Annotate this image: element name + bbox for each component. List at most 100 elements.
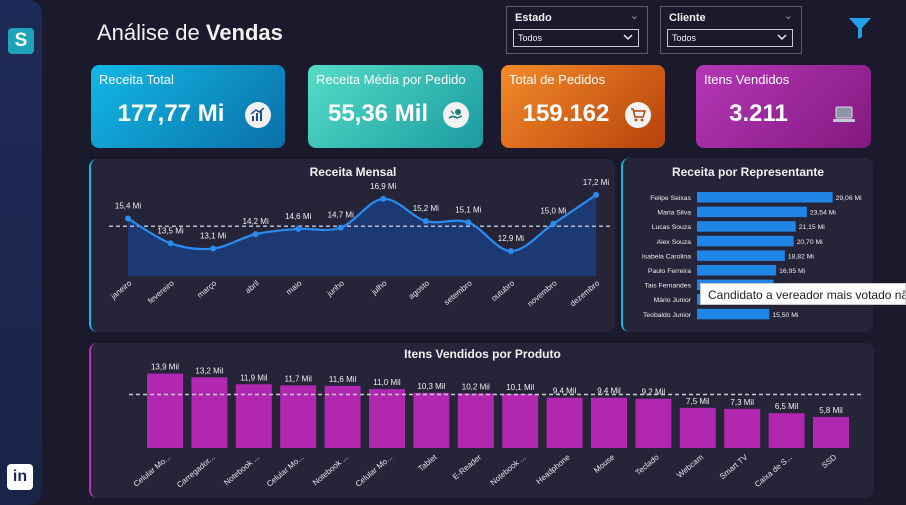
data-label: 5,8 Mil: [819, 406, 843, 415]
y-tick-label: Felipe Seixas: [650, 195, 691, 202]
data-label: 12,9 Mi: [498, 234, 524, 243]
data-point: [337, 224, 344, 231]
data-label: 20,70 Mi: [797, 239, 824, 246]
x-tick-label: E-Reader: [451, 452, 483, 481]
bar: [591, 397, 627, 448]
bar: [697, 206, 807, 218]
data-point: [210, 245, 217, 252]
x-tick-label: dezembro: [568, 278, 601, 308]
bar: [546, 397, 583, 448]
bar: [697, 192, 833, 203]
y-tick-label: Teobaldo Junior: [643, 312, 692, 319]
bar: [457, 393, 494, 448]
chevron-down-icon[interactable]: ⌄: [784, 9, 793, 22]
chevron-down-icon[interactable]: ⌄: [630, 9, 639, 22]
data-label: 7,3 Mil: [730, 398, 754, 407]
estado-slicer-label: Estado: [515, 12, 552, 24]
data-label: 29,06 Mi: [836, 195, 863, 202]
data-point: [507, 248, 514, 255]
bar: [697, 250, 785, 261]
itens-produto-panel: Itens Vendidos por Produto 13,9 Mil Celul…: [89, 343, 874, 498]
x-tick-label: Tablet: [417, 452, 440, 473]
kpi-label: Total de Pedidos: [509, 72, 606, 87]
x-tick-label: novembro: [526, 278, 559, 308]
data-label: 14,6 Mi: [285, 212, 311, 221]
kpi-card-receita-media: Receita Média por Pedido 55,36 Mil: [308, 65, 483, 148]
bar: [147, 373, 183, 448]
x-tick-label: julho: [369, 278, 389, 297]
y-tick-label: Mário Junior: [654, 297, 692, 304]
kpi-label: Receita Total: [99, 72, 174, 87]
x-tick-label: Notebook ...: [489, 453, 528, 488]
estado-dropdown[interactable]: Todos: [513, 29, 639, 47]
bar: [369, 389, 405, 448]
data-label: 15,50 Mi: [772, 312, 799, 319]
y-tick-label: Tais Fernandes: [645, 283, 692, 290]
app-logo-icon[interactable]: S: [8, 28, 34, 54]
x-tick-label: maio: [284, 278, 303, 296]
data-point: [593, 191, 599, 198]
bar: [813, 416, 849, 448]
cliente-slicer-label: Cliente: [669, 12, 706, 24]
x-tick-label: Celular Mo...: [354, 453, 395, 489]
data-label: 15,1 Mi: [455, 205, 481, 214]
page-title-light: Análise de: [97, 20, 206, 45]
cliente-dropdown-value: Todos: [672, 33, 697, 43]
data-label: 13,9 Mil: [151, 363, 179, 372]
x-tick-label: Celular Mo...: [265, 453, 306, 489]
y-tick-label: Paulo Ferreira: [648, 268, 691, 275]
estado-dropdown-value: Todos: [518, 33, 543, 43]
receita-mensal-chart: 15,4 Mi janeiro 13,5 Mi fevereiro 13,1 Mi mar…: [108, 178, 613, 308]
data-point: [380, 195, 387, 202]
data-label: 11,0 Mil: [373, 378, 401, 387]
bar: [502, 393, 539, 448]
x-tick-label: Mouse: [592, 452, 617, 475]
page-title: Análise de Vendas: [97, 20, 283, 46]
data-point: [465, 219, 472, 226]
data-label: 13,1 Mi: [200, 232, 226, 241]
x-tick-label: Caixa de S...: [753, 453, 794, 489]
data-label: 18,82 Mi: [788, 253, 815, 260]
receita-mensal-panel: Receita Mensal 15,4 Mi janeiro 13,5 Mi feve…: [89, 159, 615, 332]
data-label: 10,1 Mil: [506, 383, 534, 392]
kpi-card-total-pedidos: Total de Pedidos 159.162: [501, 65, 665, 148]
cliente-dropdown[interactable]: Todos: [667, 29, 793, 47]
x-tick-label: setembro: [442, 278, 474, 307]
bar: [768, 413, 805, 448]
x-tick-label: fevereiro: [146, 278, 176, 305]
estado-slicer[interactable]: Estado ⌄ Todos: [506, 6, 648, 54]
bar: [697, 308, 770, 320]
data-label: 16,9 Mi: [370, 182, 396, 191]
x-tick-label: março: [196, 278, 219, 300]
cliente-slicer[interactable]: Cliente ⌄ Todos: [660, 6, 802, 54]
bar: [191, 377, 228, 448]
x-tick-label: junho: [324, 278, 346, 298]
data-label: 15,2 Mi: [413, 204, 439, 213]
data-label: 7,5 Mil: [686, 397, 710, 406]
kpi-card-receita-total: Receita Total 177,77 Mi: [91, 65, 285, 148]
bar: [679, 407, 716, 448]
x-tick-label: Smart TV: [718, 452, 750, 481]
data-label: 10,3 Mil: [417, 382, 445, 391]
x-tick-label: Notebook ...: [311, 453, 350, 488]
kpi-value: 3.211: [729, 100, 788, 127]
filter-icon[interactable]: [848, 16, 872, 40]
tooltip: Candidato a vereador mais votado nã: [700, 283, 906, 305]
y-tick-label: Maria Silva: [657, 210, 691, 217]
data-label: 11,6 Mil: [329, 375, 357, 384]
bar: [635, 398, 672, 448]
chevron-down-icon: [623, 34, 633, 40]
x-tick-label: agosto: [407, 278, 432, 301]
bar: [413, 392, 450, 448]
data-point: [295, 225, 302, 232]
linkedin-icon[interactable]: in: [7, 464, 33, 490]
kpi-label: Itens Vendidos: [704, 72, 790, 87]
data-label: 13,2 Mil: [195, 366, 223, 375]
data-label: 13,5 Mi: [157, 226, 183, 235]
y-tick-label: Lucas Souza: [652, 224, 692, 231]
data-label: 9,2 Mil: [642, 388, 666, 397]
kpi-value: 177,77 Mi: [117, 100, 225, 127]
kpi-value: 55,36 Mil: [327, 100, 429, 127]
kpi-card-itens-vendidos: Itens Vendidos 3.211: [696, 65, 871, 148]
data-label: 14,2 Mi: [243, 217, 269, 226]
